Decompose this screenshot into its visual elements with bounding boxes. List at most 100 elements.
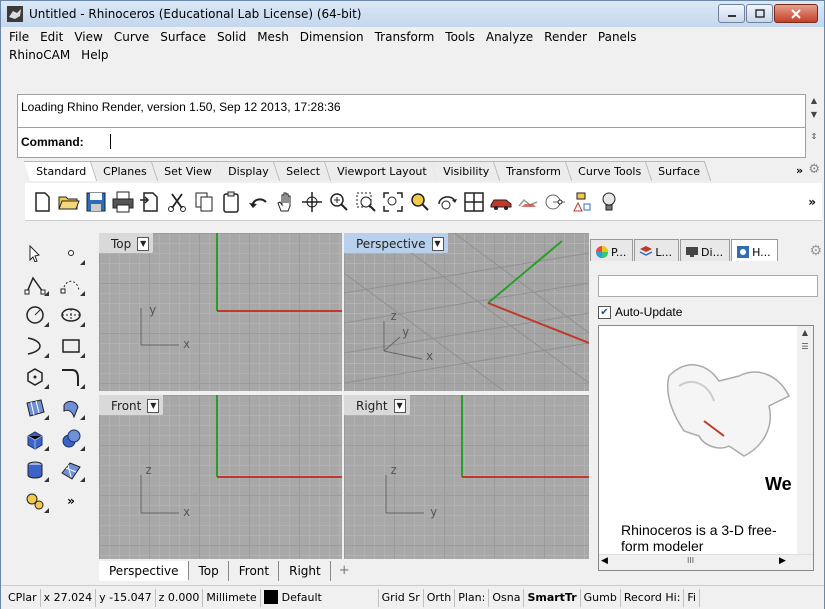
panel-settings-gear-icon[interactable]: ⚙ <box>809 243 822 259</box>
menu-view[interactable]: View <box>74 30 102 44</box>
new-file-icon[interactable] <box>29 187 55 217</box>
help-vertical-scrollbar[interactable]: ▲ ☰ <box>797 326 813 556</box>
menu-panels[interactable]: Panels <box>598 30 637 44</box>
status-gumball[interactable]: Gumb <box>581 588 621 607</box>
maximize-button[interactable] <box>746 4 773 23</box>
status-ortho[interactable]: Orth <box>424 588 456 607</box>
status-cplane[interactable]: CPlar <box>5 588 41 607</box>
tab-cplanes[interactable]: CPlanes <box>90 161 158 181</box>
help-content-view[interactable]: We Rhinoceros is a 3-D free-form modeler… <box>598 325 814 571</box>
arc-icon[interactable] <box>17 330 53 361</box>
toolbar-tabs-overflow-button[interactable]: » <box>796 164 803 177</box>
menu-solid[interactable]: Solid <box>217 30 246 44</box>
rotate-view-icon[interactable] <box>299 187 325 217</box>
viewport-title-front[interactable]: Front ▼ <box>99 395 164 415</box>
menu-surface[interactable]: Surface <box>160 30 206 44</box>
scroll-thumb-grip[interactable]: III <box>687 556 694 565</box>
scroll-spin-icon[interactable]: ⇕ <box>806 130 822 144</box>
tab-select[interactable]: Select <box>273 161 332 181</box>
menu-dimension[interactable]: Dimension <box>300 30 364 44</box>
help-url-field[interactable] <box>598 275 818 297</box>
tab-transform[interactable]: Transform <box>494 161 573 181</box>
scroll-up-icon[interactable]: ▲ <box>797 326 813 340</box>
fillet-icon[interactable] <box>53 361 89 392</box>
viewport-top[interactable]: x y Top ▼ <box>99 233 342 391</box>
transform-gear-icon[interactable] <box>17 485 53 516</box>
tab-visibility[interactable]: Visibility <box>431 161 501 181</box>
panel-tab-help[interactable]: H... <box>731 239 778 261</box>
left-toolbar-overflow-button[interactable]: » <box>53 485 89 516</box>
zoom-extents-icon[interactable] <box>380 187 406 217</box>
menu-help[interactable]: Help <box>81 48 108 62</box>
status-record-history[interactable]: Record Hi: <box>621 588 685 607</box>
tab-set-view[interactable]: Set View <box>151 161 223 181</box>
cylinder-icon[interactable] <box>17 454 53 485</box>
toolbar-settings-gear-icon[interactable]: ⚙ <box>808 162 820 177</box>
import-icon[interactable] <box>137 187 163 217</box>
command-scrollbar[interactable]: ▲ ▼ ⇕ <box>806 94 822 158</box>
copy-icon[interactable] <box>191 187 217 217</box>
undo-icon[interactable] <box>245 187 271 217</box>
scroll-right-icon[interactable]: ▶ <box>779 556 786 566</box>
vp-tab-perspective[interactable]: Perspective <box>99 561 189 581</box>
vp-tab-top[interactable]: Top <box>189 561 229 581</box>
paste-icon[interactable] <box>218 187 244 217</box>
status-smarttrack[interactable]: SmartTr <box>524 588 581 607</box>
viewport-title-top[interactable]: Top ▼ <box>99 233 154 253</box>
tab-standard[interactable]: Standard <box>23 161 98 181</box>
rotate-camera-icon[interactable] <box>434 187 460 217</box>
viewport-title-right[interactable]: Right ▼ <box>344 395 410 415</box>
viewport-menu-chevron-icon[interactable]: ▼ <box>431 237 444 251</box>
control-point-curve-icon[interactable] <box>53 268 89 299</box>
menu-rhinocam[interactable]: RhinoCAM <box>9 48 70 62</box>
render-preview-icon[interactable] <box>515 187 541 217</box>
print-icon[interactable] <box>110 187 136 217</box>
named-cplane-icon[interactable] <box>569 187 595 217</box>
viewport-front[interactable]: x z Front ▼ <box>99 395 342 559</box>
tab-curve-tools[interactable]: Curve Tools <box>565 161 653 181</box>
zoom-selected-icon[interactable] <box>407 187 433 217</box>
menu-analyze[interactable]: Analyze <box>486 30 533 44</box>
title-bar[interactable]: Untitled - Rhinoceros (Educational Lab L… <box>1 1 824 27</box>
scroll-left-icon[interactable]: ◀ <box>601 556 608 566</box>
viewport-right[interactable]: y z Right ▼ <box>344 395 589 559</box>
four-viewports-icon[interactable] <box>461 187 487 217</box>
polygon-icon[interactable] <box>17 361 53 392</box>
zoom-in-icon[interactable] <box>326 187 352 217</box>
cut-icon[interactable] <box>164 187 190 217</box>
menu-file[interactable]: File <box>9 30 29 44</box>
status-filter[interactable]: Fi <box>684 588 700 607</box>
menu-render[interactable]: Render <box>544 30 587 44</box>
car-render-icon[interactable] <box>488 187 514 217</box>
planar-surface-icon[interactable] <box>53 454 89 485</box>
status-units[interactable]: Millimete <box>203 588 261 607</box>
tab-viewport-layout[interactable]: Viewport Layout <box>324 161 438 181</box>
status-planar[interactable]: Plan: <box>455 588 490 607</box>
open-folder-icon[interactable] <box>56 187 82 217</box>
scroll-up-icon[interactable]: ▲ <box>806 94 822 108</box>
viewport-menu-chevron-icon[interactable]: ▼ <box>137 237 150 251</box>
menu-curve[interactable]: Curve <box>114 30 149 44</box>
box-solid-icon[interactable] <box>17 423 53 454</box>
scroll-menu-icon[interactable]: ☰ <box>797 340 813 354</box>
menu-transform[interactable]: Transform <box>375 30 435 44</box>
viewport-perspective[interactable]: x z y Perspective ▼ <box>344 233 589 391</box>
rectangle-icon[interactable] <box>53 330 89 361</box>
scroll-down-icon[interactable]: ▼ <box>806 108 822 122</box>
save-icon[interactable] <box>83 187 109 217</box>
polyline-icon[interactable] <box>17 268 53 299</box>
select-arrow-icon[interactable] <box>17 237 53 268</box>
panel-tab-layers[interactable]: L... <box>634 239 680 261</box>
close-button[interactable] <box>774 4 818 23</box>
tab-display[interactable]: Display <box>216 161 281 181</box>
curve-point-icon[interactable] <box>542 187 568 217</box>
status-osnap[interactable]: Osna <box>489 588 525 607</box>
minimize-button[interactable] <box>718 4 745 23</box>
extrude-surface-icon[interactable] <box>53 392 89 423</box>
command-input[interactable] <box>110 134 111 149</box>
surface-from-points-icon[interactable] <box>17 392 53 423</box>
panel-tab-properties[interactable]: P... <box>590 239 634 261</box>
ellipse-icon[interactable] <box>53 299 89 330</box>
vp-tab-front[interactable]: Front <box>229 561 280 581</box>
menu-mesh[interactable]: Mesh <box>257 30 289 44</box>
